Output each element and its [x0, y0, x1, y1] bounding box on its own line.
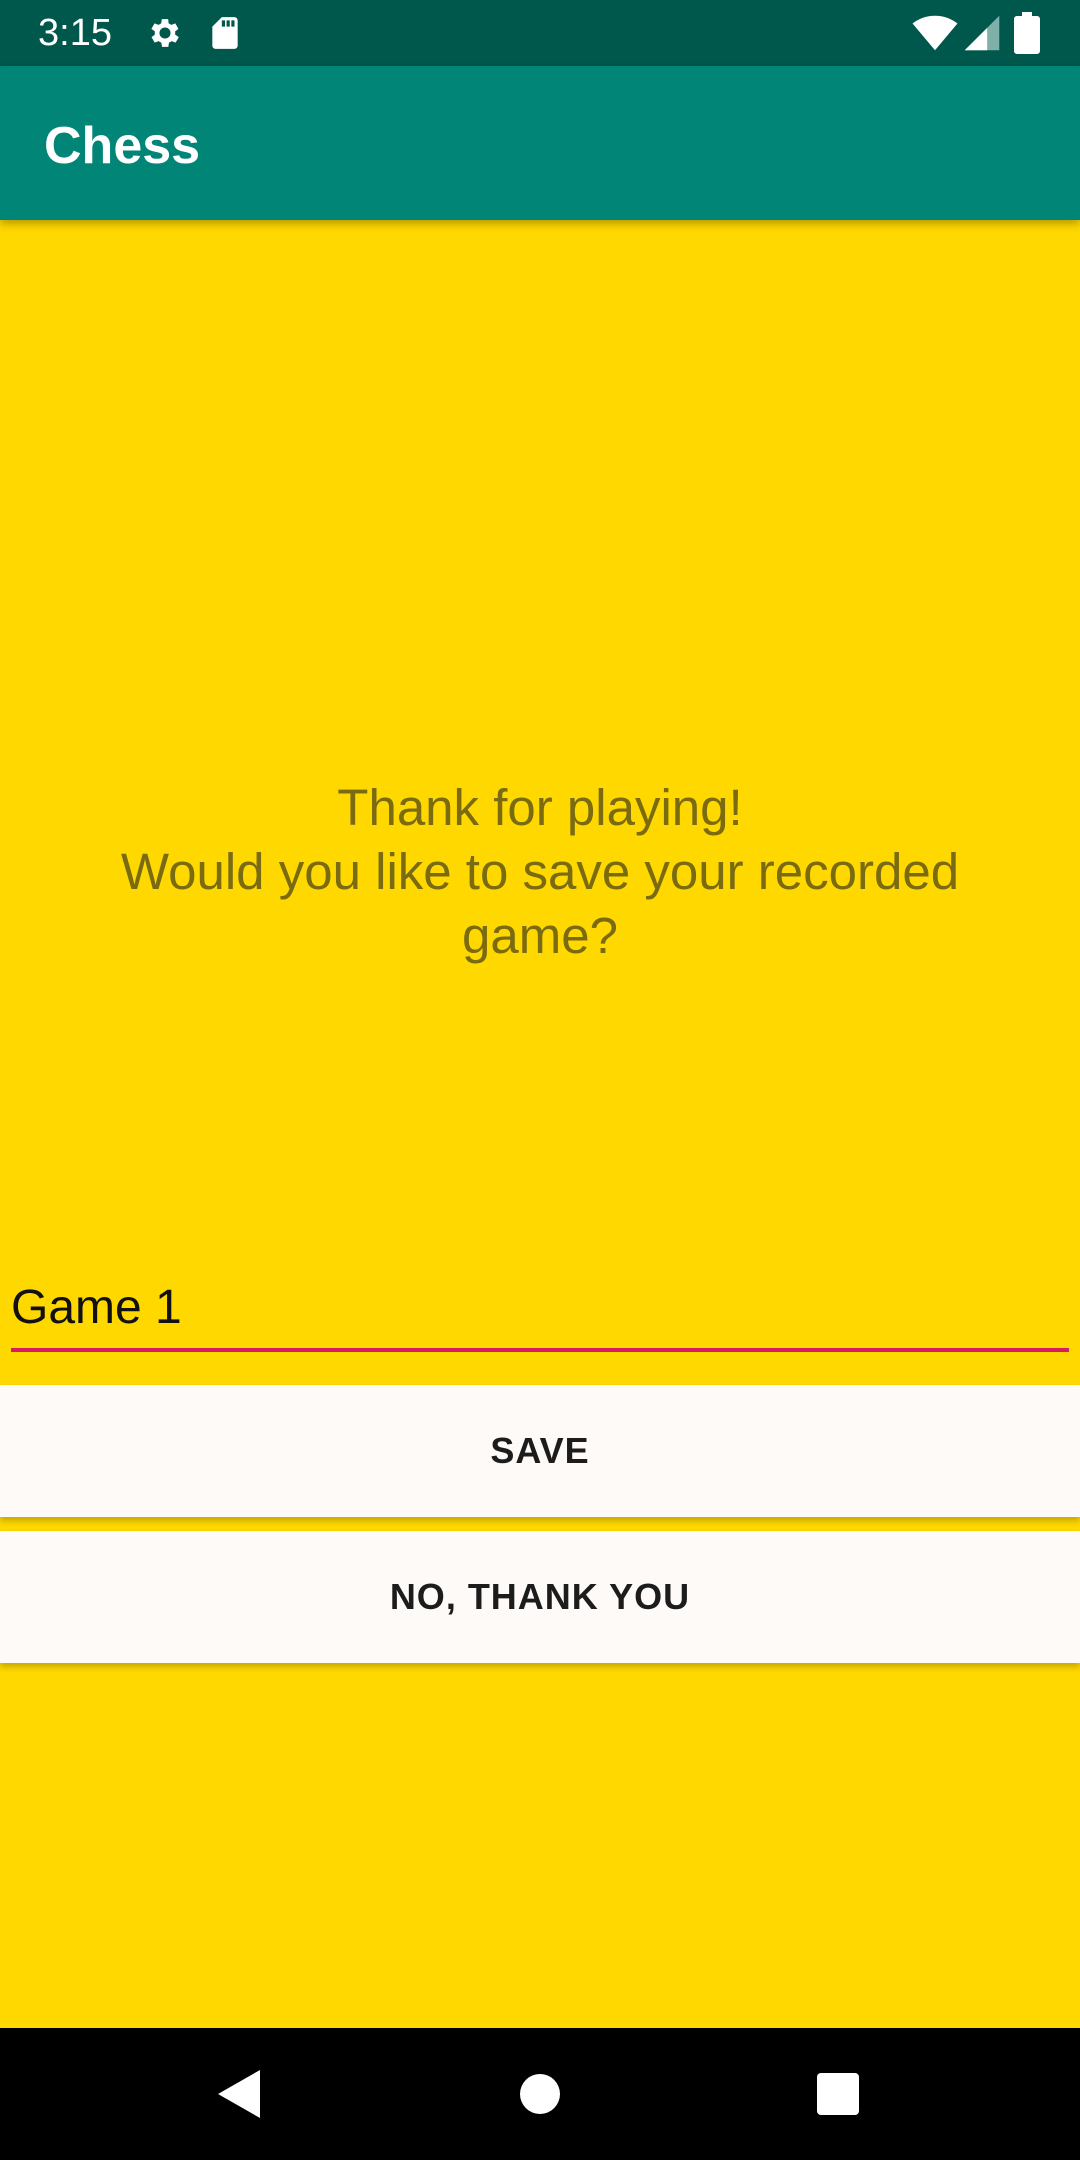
- app-title: Chess: [44, 117, 201, 175]
- app-bar: Chess: [0, 66, 1080, 220]
- status-time: 3:15: [38, 12, 112, 54]
- signal-icon: [962, 14, 1002, 52]
- wifi-icon: [912, 14, 958, 52]
- back-icon[interactable]: [210, 2064, 270, 2124]
- navigation-bar: [0, 2028, 1080, 2160]
- recents-icon[interactable]: [808, 2064, 868, 2124]
- save-button[interactable]: SAVE: [0, 1385, 1080, 1517]
- app-screen: 3:15 Chess Thank for playing! Would you …: [0, 0, 1080, 2160]
- no-thank-you-button[interactable]: NO, THANK YOU: [0, 1531, 1080, 1663]
- save-prompt-message: Thank for playing! Would you like to sav…: [120, 779, 960, 964]
- gear-icon: [146, 14, 184, 52]
- home-icon[interactable]: [510, 2064, 570, 2124]
- status-bar: 3:15: [0, 0, 1080, 66]
- sd-card-icon: [206, 14, 244, 52]
- battery-icon: [1014, 12, 1040, 54]
- game-name-input[interactable]: [11, 1268, 1069, 1352]
